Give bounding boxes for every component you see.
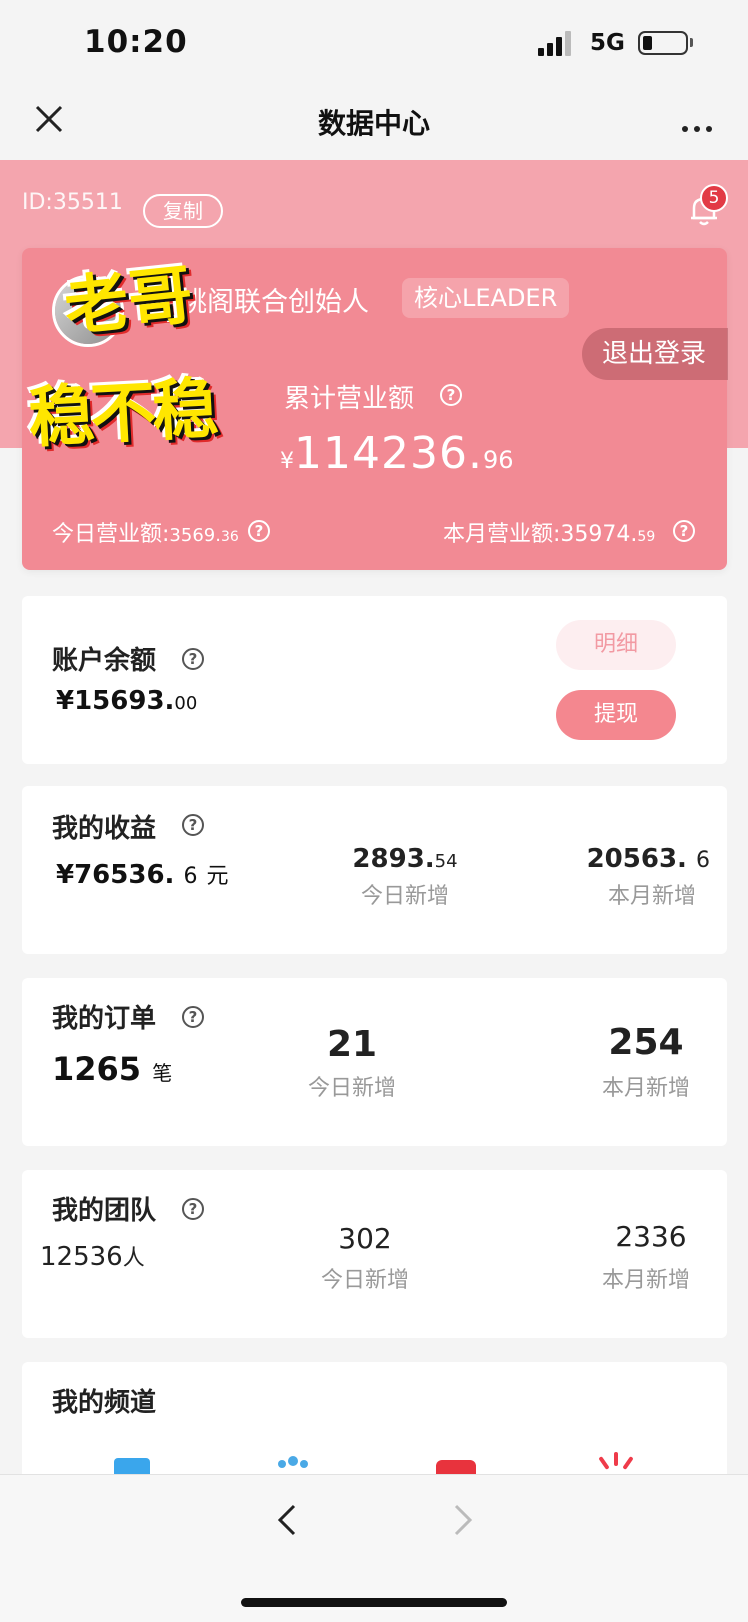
today-revenue-label: 今日营业额: [52,522,170,547]
team-month-label: 本月新增 [601,1268,690,1293]
balance-int: ¥15693. [56,686,175,716]
help-icon[interactable]: ? [182,648,204,670]
team-title: 我的团队 [52,1196,157,1226]
earnings-value: ¥76536. 6 元 [56,858,229,890]
total-dec: 96 [482,446,514,474]
balance-value: ¥15693.00 [56,686,197,716]
earnings-today-value: 2893.54 [320,844,490,874]
sticker-text: 老哥 [61,257,197,346]
today-revenue-dec: 36 [220,529,239,545]
status-time: 10:20 [84,24,188,60]
team-today-value: 302 [338,1222,392,1255]
orders-value: 1265 笔 [52,1050,172,1088]
team-count: 12536 [40,1242,123,1272]
earnings-title: 我的收益 [52,814,157,844]
help-icon[interactable]: ? [440,384,462,406]
help-icon[interactable]: ? [182,814,204,836]
user-title: 桃阁联合创始人 [180,287,369,318]
earnings-today-int: 2893. [352,844,435,874]
help-icon[interactable]: ? [673,520,695,542]
earnings-month-value: 20563. 6 [570,844,710,874]
currency-symbol: ¥ [280,449,294,474]
home-indicator [241,1598,507,1607]
earnings-month-dec: 6 [696,848,710,873]
orders-unit: 笔 [152,1061,173,1085]
orders-month-value: 254 [608,1022,684,1063]
today-revenue: 今日营业额:3569.36 [52,516,239,548]
orders-title: 我的订单 [52,1004,157,1034]
earnings-today-label: 今日新增 [360,884,449,909]
orders-today-value: 21 [326,1024,378,1065]
month-revenue-label: 本月营业额: [443,522,561,547]
copy-button[interactable]: 复制 [143,194,223,228]
logout-button[interactable]: 退出登录 [582,328,728,380]
network-label: 5G [590,30,625,56]
battery-tip [690,38,693,47]
orders-month-label: 本月新增 [601,1076,690,1101]
team-month-value: 2336 [615,1220,687,1253]
total-revenue-value: ¥114236.96 [280,428,514,479]
help-icon[interactable]: ? [248,520,270,542]
team-today-label: 今日新增 [320,1268,409,1293]
back-arrow-icon[interactable] [272,1500,302,1540]
notification-badge: 5 [700,184,728,212]
orders-count: 1265 [52,1050,142,1088]
balance-title: 账户余额 [52,646,157,676]
help-icon[interactable]: ? [182,1006,204,1028]
total-revenue-label: 累计营业额 [284,384,415,414]
signal-icon [538,30,578,56]
month-revenue-int: 35974. [560,522,638,547]
forward-arrow-icon[interactable] [448,1500,478,1540]
user-tag: 核心LEADER [402,278,570,318]
balance-dec: 00 [174,693,198,714]
help-icon[interactable]: ? [182,1198,204,1220]
earnings-dec: 6 [183,864,198,889]
earnings-int: ¥76536. [56,860,175,890]
page-title: 数据中心 [317,107,430,140]
withdraw-button[interactable]: 提现 [556,690,676,740]
detail-button[interactable]: 明细 [556,620,676,670]
sticker-text: 稳不稳 [26,369,217,457]
today-revenue-int: 3569. [169,525,221,546]
total-int: 114236. [294,428,483,479]
earnings-month-label: 本月新增 [607,884,696,909]
orders-today-label: 今日新增 [307,1076,396,1101]
team-value: 12536人 [40,1240,145,1272]
channel-title: 我的频道 [52,1388,157,1418]
month-revenue-dec: 59 [637,529,656,545]
earnings-unit: 元 [206,864,229,889]
battery-icon [638,31,688,55]
earnings-today-dec: 54 [434,851,458,872]
more-icon[interactable] [682,117,718,136]
team-unit: 人 [122,1246,145,1271]
user-id: ID:35511 [22,190,123,215]
earnings-month-int: 20563. [586,844,687,874]
month-revenue: 本月营业额:35974.59 [443,516,655,548]
